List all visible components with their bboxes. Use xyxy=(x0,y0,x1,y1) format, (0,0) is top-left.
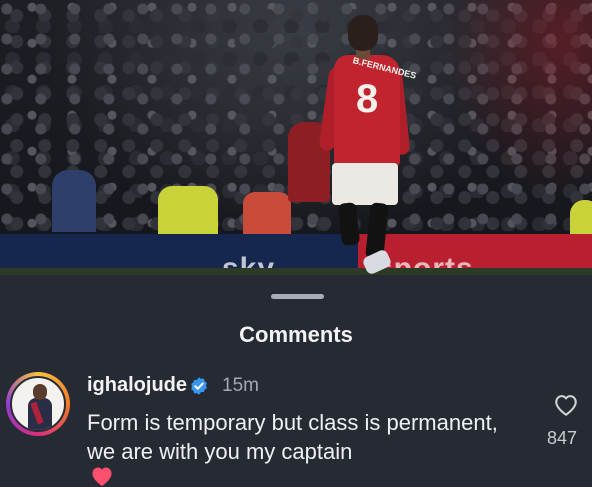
comment-text: Form is temporary but class is permanent… xyxy=(87,410,498,464)
avatar[interactable] xyxy=(6,372,70,436)
advertising-board-blue xyxy=(0,234,360,268)
steward-hi-vis xyxy=(158,186,218,236)
comment-time: 15m xyxy=(222,375,259,396)
sheet-title: Comments xyxy=(239,322,353,347)
avatar-image xyxy=(10,376,66,432)
shirt-number: 8 xyxy=(356,77,379,121)
player-shorts xyxy=(332,163,398,205)
heart-emoji-icon xyxy=(92,467,112,486)
player-head xyxy=(348,15,378,51)
verified-badge-icon xyxy=(191,377,207,395)
steward-orange-vest xyxy=(243,192,291,235)
fan-blue-coat xyxy=(52,170,96,232)
heart-outline-icon[interactable] xyxy=(553,393,579,417)
stand-red-glow xyxy=(440,0,592,200)
comments-sheet: Comments ighalojude 15m Form is temporar… xyxy=(0,275,592,486)
sheet-drag-handle[interactable] xyxy=(271,294,324,299)
pitch-grass xyxy=(0,268,592,275)
comment-username[interactable]: ighalojude xyxy=(87,374,187,397)
avatar-figure-head xyxy=(33,384,47,400)
football-player: B.FERNANDES 8 xyxy=(318,15,417,275)
like-count: 847 xyxy=(547,428,578,448)
player-left-leg xyxy=(337,202,361,246)
post-photo[interactable]: sky sports B.FERNANDES 8 xyxy=(0,0,592,275)
